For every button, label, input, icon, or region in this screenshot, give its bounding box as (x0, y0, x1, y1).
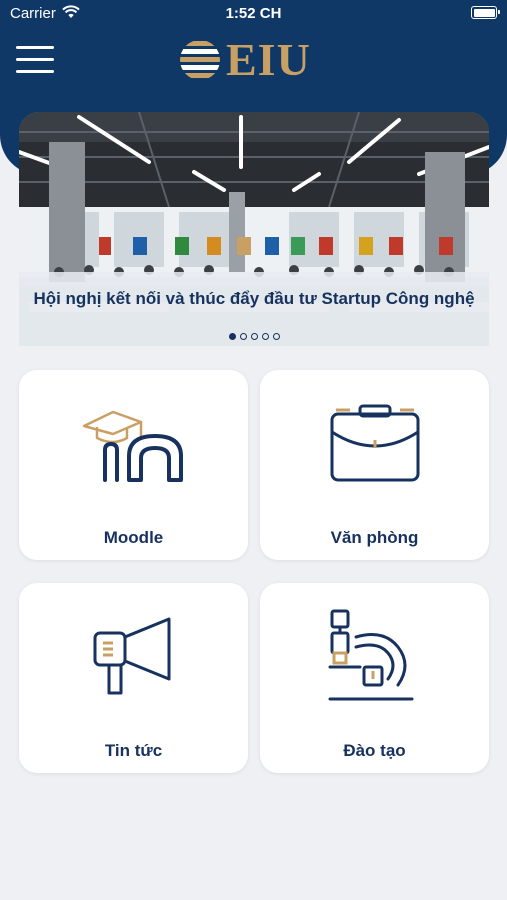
news-banner-carousel[interactable]: Hội nghị kết nối và thúc đẩy đầu tư Star… (19, 112, 489, 346)
menu-icon (16, 46, 54, 49)
menu-icon-bar (16, 58, 54, 61)
training-label: Đào tạo (343, 741, 406, 760)
megaphone-icon (93, 617, 171, 695)
carousel-dot-4[interactable] (261, 333, 269, 340)
moodle-icon (82, 410, 183, 482)
office-label: Văn phòng (330, 528, 419, 547)
status-bar: Carrier 1:52 CH (0, 0, 507, 28)
carousel-dot-5[interactable] (272, 333, 280, 340)
status-time: 1:52 CH (225, 5, 282, 22)
office-tile[interactable]: Văn phòng (260, 370, 489, 560)
microscope-icon (328, 609, 414, 701)
eiu-logo: EIU (178, 36, 338, 84)
carousel-pagination (19, 333, 489, 340)
news-label: Tin tức (104, 741, 163, 760)
carousel-dot-3[interactable] (250, 333, 258, 340)
carousel-dot-2[interactable] (239, 333, 247, 340)
news-tile[interactable]: Tin tức (19, 583, 248, 773)
eiu-logo-mark (180, 41, 220, 78)
logo-text: EIU (226, 34, 311, 85)
training-tile[interactable]: Đào tạo (260, 583, 489, 773)
briefcase-icon (330, 404, 420, 482)
moodle-tile[interactable]: Moodle (19, 370, 248, 560)
moodle-label: Moodle (103, 528, 164, 547)
carousel-dot-1[interactable] (228, 333, 236, 340)
menu-icon-bar (16, 70, 54, 73)
battery-icon (471, 6, 500, 19)
banner-title: Hội nghị kết nối và thúc đẩy đầu tư Star… (33, 289, 475, 308)
menu-button[interactable] (16, 46, 54, 74)
